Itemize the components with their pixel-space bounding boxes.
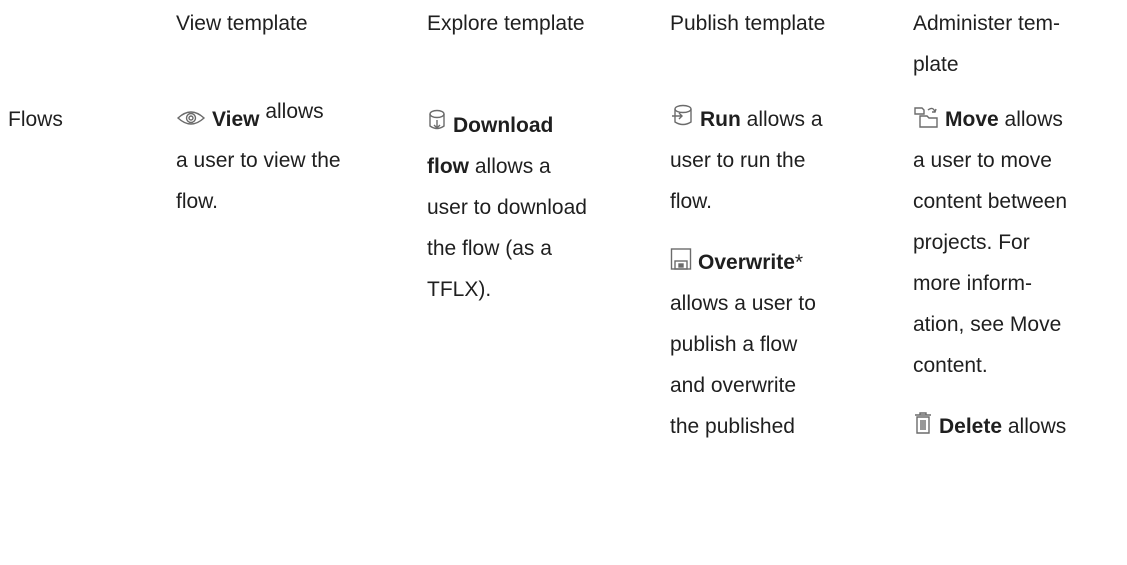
download-term-a: Download bbox=[453, 114, 554, 137]
view-term: View bbox=[212, 108, 260, 131]
run-perm-line: Run allows a bbox=[670, 99, 898, 140]
move-text-a: allows bbox=[1004, 108, 1063, 131]
explore-cell: Download flow allows a user to download … bbox=[427, 99, 652, 310]
run-text-b: user to run the bbox=[670, 149, 806, 172]
overwrite-star: * bbox=[794, 251, 804, 274]
eye-icon bbox=[176, 108, 206, 128]
trash-icon bbox=[913, 411, 933, 435]
download-perm-line: Download bbox=[427, 105, 652, 146]
delete-term: Delete bbox=[939, 415, 1003, 438]
overwrite-text-a: allows a user to bbox=[670, 292, 816, 315]
header-administer-line-2: plate bbox=[913, 53, 959, 76]
download-term-b: flow bbox=[427, 155, 469, 178]
download-text-a: allows a bbox=[474, 155, 551, 178]
download-text-c: the flow (as a bbox=[427, 237, 552, 260]
run-term: Run bbox=[700, 108, 741, 131]
overwrite-text-b: publish a flow bbox=[670, 333, 798, 356]
move-perm-line: Move allows bbox=[913, 99, 1127, 140]
move-text-b: a user to move bbox=[913, 149, 1052, 172]
view-text-b: a user to view the bbox=[176, 149, 341, 172]
run-text-c: flow. bbox=[670, 190, 713, 213]
header-publish-template: Publish template bbox=[670, 12, 826, 35]
download-text-d: TFLX). bbox=[427, 278, 492, 301]
delete-text-a: allows bbox=[1007, 415, 1067, 438]
download-line-2: flow allows a bbox=[427, 146, 652, 187]
overwrite-perm-line: Overwrite* bbox=[670, 242, 898, 283]
save-icon bbox=[670, 247, 692, 271]
view-text-a: allows bbox=[265, 100, 324, 123]
move-text-e: more inform- bbox=[913, 272, 1033, 295]
overwrite-term: Overwrite bbox=[698, 251, 795, 274]
view-text-c: flow. bbox=[176, 190, 219, 213]
header-explore-template: Explore template bbox=[427, 12, 585, 35]
publish-cell: Run allows a user to run the flow. Overw… bbox=[670, 99, 898, 447]
delete-perm-line: Delete allows bbox=[913, 406, 1127, 447]
run-text-a: allows a bbox=[746, 108, 823, 131]
view-perm-line: View allows bbox=[176, 99, 406, 140]
header-administer-template: Administer tem- plate bbox=[913, 3, 1127, 85]
view-cell: View allows a user to view the flow. bbox=[176, 99, 406, 222]
administer-cell: Move allows a user to move content betwe… bbox=[913, 99, 1127, 447]
header-administer-line-1: Administer tem- bbox=[913, 12, 1061, 35]
download-text-b: user to download bbox=[427, 196, 587, 219]
row-label-flows: Flows bbox=[8, 108, 63, 131]
move-text-f: ation, see Move bbox=[913, 313, 1062, 336]
overwrite-text-d: the published bbox=[670, 415, 795, 438]
run-flow-icon bbox=[670, 104, 694, 128]
move-text-c: content between bbox=[913, 190, 1068, 213]
move-icon bbox=[913, 104, 939, 128]
download-flow-icon bbox=[427, 108, 447, 136]
overwrite-text-c: and overwrite bbox=[670, 374, 797, 397]
move-text-g: content. bbox=[913, 354, 988, 377]
header-view-template: View template bbox=[176, 12, 308, 35]
move-text-d: projects. For bbox=[913, 231, 1030, 254]
move-term: Move bbox=[945, 108, 999, 131]
